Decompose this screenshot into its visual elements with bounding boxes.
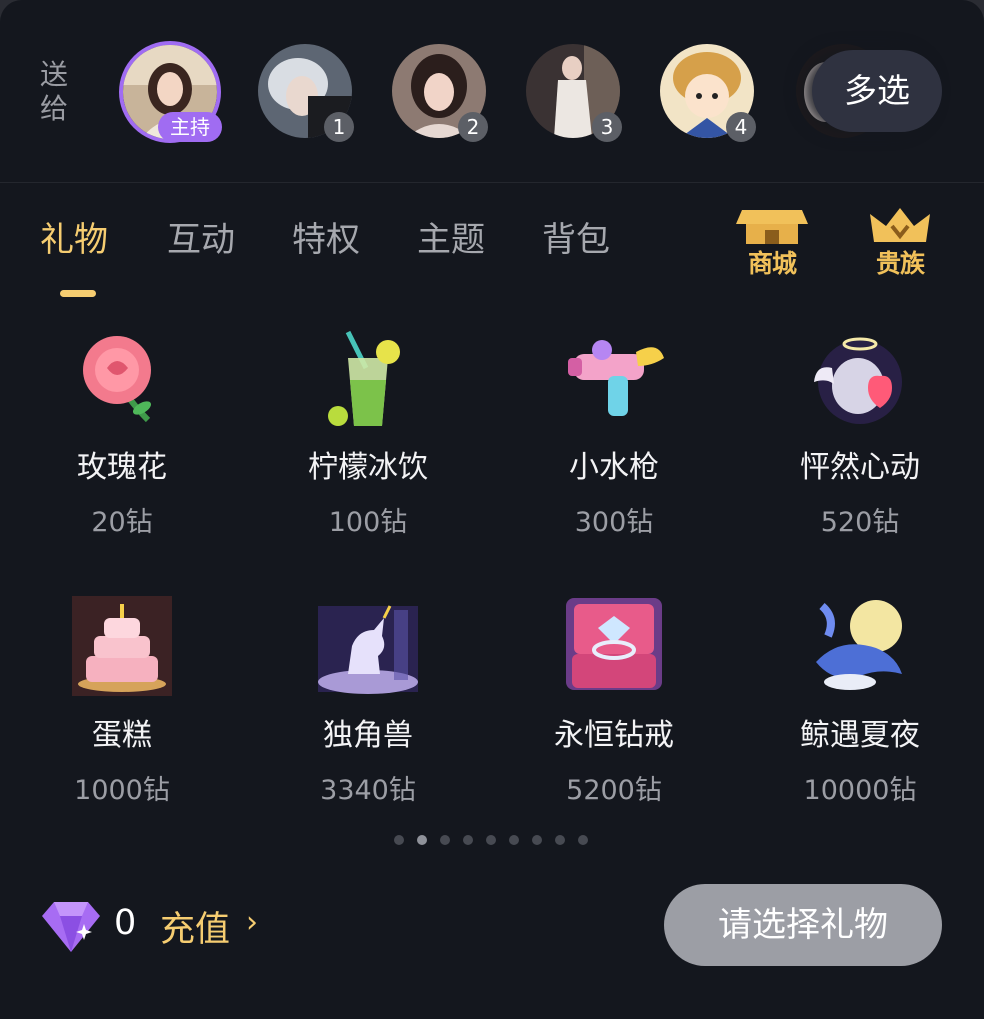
gift-price: 3340钻 — [320, 775, 416, 806]
lemon-drink-icon — [328, 330, 400, 426]
gift-name: 玫瑰花 — [77, 450, 167, 485]
gift-item[interactable]: 玫瑰花 20钻 — [22, 328, 222, 558]
crown-icon — [870, 208, 930, 242]
send-to-label: 送给 — [40, 58, 69, 125]
gift-price: 10000钻 — [803, 775, 917, 806]
multi-select-button[interactable]: 多选 — [812, 50, 942, 132]
gift-price: 1000钻 — [74, 775, 170, 806]
recipient-2[interactable]: 2 — [392, 44, 488, 142]
recipient-number-badge: 3 — [592, 112, 622, 142]
gift-name: 小水枪 — [569, 450, 659, 485]
page-dot — [532, 835, 542, 845]
unicorn-icon — [318, 605, 418, 694]
shop-button[interactable]: 商城 — [732, 206, 812, 278]
diamond-icon — [42, 902, 100, 952]
whale-moon-icon — [816, 600, 902, 690]
host-tag: 主持 — [158, 112, 222, 142]
page-dot — [509, 835, 519, 845]
gift-price: 520钻 — [820, 507, 900, 538]
noble-button[interactable]: 贵族 — [860, 206, 940, 278]
chevron-right-icon[interactable]: › — [246, 905, 258, 940]
recipient-1[interactable]: 1 — [258, 44, 354, 142]
gift-name: 独角兽 — [323, 718, 413, 753]
water-gun-icon — [568, 340, 664, 416]
gift-name: 永恒钻戒 — [554, 718, 674, 753]
gift-item[interactable]: 柠檬冰饮 100钻 — [268, 328, 468, 558]
recipient-number-badge: 2 — [458, 112, 488, 142]
tab-privilege[interactable]: 特权 — [292, 218, 360, 262]
page-dot — [440, 835, 450, 845]
divider — [0, 182, 984, 183]
shop-label: 商城 — [747, 249, 797, 278]
gift-item[interactable]: 鲸遇夏夜 10000钻 — [760, 596, 960, 826]
rose-icon — [83, 336, 152, 423]
gift-price: 100钻 — [328, 507, 408, 538]
page-dot — [486, 835, 496, 845]
gift-item[interactable]: 独角兽 3340钻 — [268, 596, 468, 826]
recipient-3[interactable]: 3 — [526, 44, 622, 142]
diamond-ring-icon — [566, 598, 662, 690]
gift-item[interactable]: 怦然心动 520钻 — [760, 328, 960, 558]
recipient-host[interactable]: 主持 — [119, 41, 222, 143]
gift-price: 20钻 — [91, 507, 153, 538]
gift-panel: 送给 主持 1 2 3 4 多选 礼物 互动 特权 主题 背包 商城 贵族 玫瑰… — [0, 0, 984, 1019]
tab-interact[interactable]: 互动 — [167, 218, 235, 262]
gift-name: 怦然心动 — [800, 450, 920, 485]
tab-backpack[interactable]: 背包 — [542, 218, 610, 262]
recipient-number-badge: 4 — [726, 112, 756, 142]
gift-name: 蛋糕 — [92, 718, 152, 753]
gift-item[interactable]: 永恒钻戒 5200钻 — [514, 596, 714, 826]
gift-item[interactable]: 蛋糕 1000钻 — [22, 596, 222, 826]
tab-gift[interactable]: 礼物 — [40, 218, 108, 262]
tab-theme[interactable]: 主题 — [417, 218, 485, 262]
recipient-4[interactable]: 4 — [660, 44, 756, 142]
page-dot — [417, 835, 427, 845]
gift-price: 5200钻 — [566, 775, 662, 806]
shop-icon — [736, 210, 808, 244]
page-dot — [555, 835, 565, 845]
gift-item[interactable]: 小水枪 300钻 — [514, 328, 714, 558]
page-dot — [463, 835, 473, 845]
noble-label: 贵族 — [875, 249, 925, 278]
active-tab-indicator — [60, 290, 96, 297]
gift-name: 鲸遇夏夜 — [800, 718, 920, 753]
recipient-number-badge: 1 — [324, 112, 354, 142]
page-dot — [578, 835, 588, 845]
page-dot — [394, 835, 404, 845]
send-gift-button[interactable]: 请选择礼物 — [664, 884, 942, 966]
recharge-link[interactable]: 充值 — [160, 901, 230, 952]
gift-name: 柠檬冰饮 — [308, 450, 428, 485]
gift-price: 300钻 — [574, 507, 654, 538]
heart-angel-icon — [814, 337, 902, 424]
cake-icon — [72, 596, 172, 696]
diamond-balance: 0 — [114, 903, 137, 943]
